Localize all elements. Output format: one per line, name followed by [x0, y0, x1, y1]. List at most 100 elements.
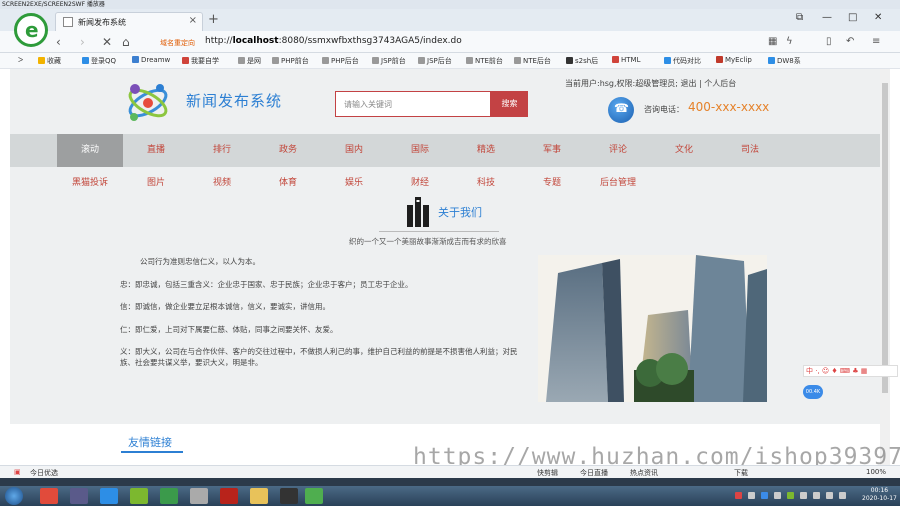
lightning-icon[interactable]: ϟ	[786, 36, 793, 47]
tab-title: 新闻发布系统	[78, 18, 126, 27]
nav-item[interactable]: 排行	[189, 134, 255, 167]
ime-toolbar[interactable]: 中 ·, ☺ ♦ ⌨ ♣ ▦	[803, 365, 898, 377]
tray-icon[interactable]	[748, 492, 755, 499]
nav-item[interactable]: 国际	[387, 134, 453, 167]
nav-item[interactable]: 视频	[189, 167, 255, 197]
tray-icon[interactable]	[774, 492, 781, 499]
nav-item[interactable]: 军事	[519, 134, 585, 167]
bookmark-item[interactable]: JSP后台	[418, 56, 452, 66]
pin-window-icon[interactable]: ⧉	[796, 12, 803, 23]
tray-icon[interactable]	[761, 492, 768, 499]
user-info[interactable]: 当前用户:hsg,权限:超级管理员; 退出 | 个人后台	[565, 78, 736, 89]
status-item-live[interactable]: 今日直播	[580, 468, 608, 478]
home-icon[interactable]: ⌂	[122, 35, 130, 49]
status-left-label[interactable]: 今日优选	[30, 468, 58, 478]
bookmark-item[interactable]: MyEclip	[716, 56, 752, 64]
browser-logo-icon[interactable]: e	[14, 13, 48, 47]
bookmark-item[interactable]: 收藏	[38, 56, 61, 66]
bookmark-item[interactable]: 我要自学	[182, 56, 219, 66]
tray-icon[interactable]	[839, 492, 846, 499]
nav-item[interactable]: 后台管理	[585, 167, 651, 197]
bookmarks-toggle-icon[interactable]: ᐳ	[18, 56, 23, 64]
tray-icon[interactable]	[735, 492, 742, 499]
gift-icon[interactable]: ▣	[14, 468, 21, 476]
status-download[interactable]: 下载	[734, 468, 748, 478]
bookmark-label: 代码对比	[673, 57, 701, 65]
bookmark-icon	[372, 57, 379, 64]
search-input[interactable]: 请输入关键词	[335, 91, 491, 117]
bookmark-item[interactable]: DW8系	[768, 56, 801, 66]
tray-icon[interactable]	[787, 492, 794, 499]
bookmark-item[interactable]: JSP前台	[372, 56, 406, 66]
tab-news-system[interactable]: 新闻发布系统 ×	[55, 12, 203, 31]
nav-item[interactable]: 国内	[321, 134, 387, 167]
nav-item[interactable]: 司法	[717, 134, 783, 167]
qq-taskbar-icon[interactable]	[280, 488, 298, 504]
undo-icon[interactable]: ↶	[846, 36, 854, 47]
url-field[interactable]: http://localhost:8080/ssmxwfbxthsg3743AG…	[205, 36, 462, 46]
bookmark-item[interactable]: 是网	[238, 56, 261, 66]
bookmark-item[interactable]: HTML	[612, 56, 640, 64]
notepad-taskbar-icon[interactable]	[190, 488, 208, 504]
recorder-taskbar-icon[interactable]	[305, 488, 323, 504]
nav-item[interactable]: 直播	[123, 134, 189, 167]
nav-item[interactable]: 体育	[255, 167, 321, 197]
device-icon[interactable]: ▯	[826, 36, 832, 47]
status-item-quick-edit[interactable]: 快剪辑	[537, 468, 558, 478]
bookmark-item[interactable]: 登录QQ	[82, 56, 116, 66]
360-taskbar-icon[interactable]	[130, 488, 148, 504]
forward-arrow-icon[interactable]: ›	[80, 35, 85, 49]
stop-loading-icon[interactable]: ✕	[102, 35, 112, 49]
chrome-taskbar-icon[interactable]	[40, 488, 58, 504]
media-taskbar-icon[interactable]	[70, 488, 88, 504]
nav-item[interactable]: 科技	[453, 167, 519, 197]
tray-icon[interactable]	[826, 492, 833, 499]
nav-item[interactable]: 滚动	[57, 134, 123, 167]
bookmark-item[interactable]: PHP后台	[322, 56, 359, 66]
bookmark-label: Dreamw	[141, 56, 171, 64]
search-button[interactable]: 搜索	[491, 91, 528, 117]
tray-icon[interactable]	[800, 492, 807, 499]
tab-close-icon[interactable]: ×	[189, 15, 197, 26]
status-item-hot-news[interactable]: 热点资讯	[630, 468, 658, 478]
nav-item[interactable]: 精选	[453, 134, 519, 167]
menu-icon[interactable]: ≡	[872, 36, 880, 47]
minimize-window-icon[interactable]: —	[822, 12, 832, 23]
nav-item[interactable]: 娱乐	[321, 167, 387, 197]
grid-view-icon[interactable]: ▦	[768, 36, 777, 47]
recorder-progress-strip[interactable]	[0, 478, 900, 486]
nav-item[interactable]: 政务	[255, 134, 321, 167]
tray-icon[interactable]	[813, 492, 820, 499]
app-taskbar-icon[interactable]	[100, 488, 118, 504]
bookmark-item[interactable]: Dreamw	[132, 56, 170, 64]
bookmark-item[interactable]: NTE后台	[514, 56, 551, 66]
page-favicon-icon	[63, 17, 73, 27]
nav-item[interactable]: 专题	[519, 167, 585, 197]
site-logo-icon	[128, 84, 168, 121]
folder-taskbar-icon[interactable]	[250, 488, 268, 504]
bookmark-item[interactable]: PHP前台	[272, 56, 309, 66]
new-tab-button[interactable]: +	[208, 12, 219, 27]
taskbar-clock[interactable]: 00:16 2020-10-17	[862, 487, 897, 503]
maximize-window-icon[interactable]: □	[848, 12, 857, 23]
main-nav-row-1: 滚动 直播 排行 政务 国内 国际 精选 军事 评论 文化 司法	[10, 134, 880, 167]
bookmark-label: NTE后台	[523, 57, 551, 65]
bookmark-icon	[514, 57, 521, 64]
bookmark-item[interactable]: NTE前台	[466, 56, 503, 66]
nav-item[interactable]: 图片	[123, 167, 189, 197]
bookmark-item[interactable]: s2sh后	[566, 56, 598, 66]
nav-item[interactable]: 财经	[387, 167, 453, 197]
start-button[interactable]	[5, 487, 23, 505]
nav-item[interactable]: 评论	[585, 134, 651, 167]
friend-links-title: 友情链接	[128, 436, 172, 449]
flash-taskbar-icon[interactable]	[220, 488, 238, 504]
bookmark-item[interactable]: 代码对比	[664, 56, 701, 66]
close-window-icon[interactable]: ✕	[874, 12, 882, 23]
nav-item[interactable]: 黑猫投诉	[57, 167, 123, 197]
browser-taskbar-icon[interactable]	[160, 488, 178, 504]
page-scrollbar[interactable]	[880, 69, 890, 465]
nav-item[interactable]: 文化	[651, 134, 717, 167]
scrollbar-thumb[interactable]	[882, 83, 888, 393]
back-arrow-icon[interactable]: ‹	[56, 35, 61, 49]
status-zoom[interactable]: 100%	[866, 468, 886, 476]
